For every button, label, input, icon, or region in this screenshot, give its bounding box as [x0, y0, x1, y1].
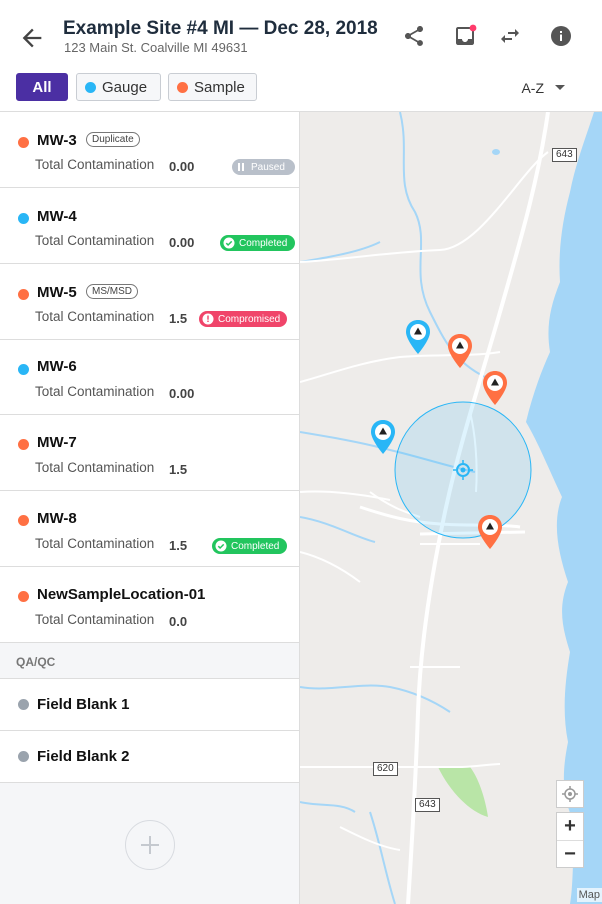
status-badge: Completed: [220, 235, 295, 251]
qa-dot-icon: [18, 751, 29, 762]
sample-dot-icon: [18, 515, 29, 526]
duplicate-tag: Duplicate: [86, 132, 140, 147]
zoom-control: + −: [556, 812, 584, 868]
qa-section-header: QA/QC: [0, 643, 299, 679]
metric-label: Total Contamination: [35, 309, 155, 324]
metric-value: 0.0: [169, 614, 188, 629]
map-credit: Map: [576, 888, 602, 902]
sort-dropdown[interactable]: A-Z: [521, 80, 544, 96]
chevron-down-icon[interactable]: [555, 85, 565, 90]
location-name: MW-5: [37, 284, 77, 301]
location-name: MW-6: [37, 358, 77, 375]
pause-icon: [235, 161, 247, 173]
sample-dot-icon: [18, 137, 29, 148]
swap-icon[interactable]: [498, 24, 522, 48]
ms-msd-tag: MS/MSD: [86, 284, 138, 299]
road-shield: 643: [552, 148, 577, 162]
page-title: Example Site #4 MI — Dec 28, 2018: [63, 18, 378, 39]
gauge-dot-icon: [18, 364, 29, 375]
sample-dot-icon: [18, 591, 29, 602]
filter-gauge-label: Gauge: [102, 78, 148, 96]
gauge-pin-icon[interactable]: [403, 318, 433, 356]
check-circle-icon: [215, 540, 227, 552]
metric-value: 0.00: [169, 386, 195, 401]
metric-label: Total Contamination: [35, 384, 155, 399]
metric-label: Total Contamination: [35, 536, 155, 551]
share-icon[interactable]: [402, 24, 426, 48]
filter-sample-label: Sample: [194, 78, 245, 96]
status-badge: Completed: [212, 538, 287, 554]
inbox-icon[interactable]: [453, 24, 477, 48]
filter-bar: All Gauge Sample A-Z: [0, 66, 602, 112]
list-item[interactable]: MW-3 Duplicate Total Contamination 0.00 …: [0, 112, 299, 188]
sample-dot-icon: [18, 289, 29, 300]
add-location-button[interactable]: [125, 820, 175, 870]
location-list: MW-3 Duplicate Total Contamination 0.00 …: [0, 112, 300, 904]
metric-label: Total Contamination: [35, 460, 155, 475]
gauge-dot-icon: [85, 81, 96, 93]
sample-dot-icon: [18, 439, 29, 450]
metric-value: 1.5: [169, 462, 188, 477]
metric-value: 0.00: [169, 159, 195, 174]
my-location-button[interactable]: [556, 780, 584, 808]
list-item[interactable]: MW-6 Total Contamination 0.00: [0, 340, 299, 415]
check-circle-icon: [223, 237, 235, 249]
list-item[interactable]: MW-7 Total Contamination 1.5: [0, 415, 299, 491]
road-shield: 620: [373, 762, 398, 776]
gauge-dot-icon: [18, 213, 29, 224]
metric-label: Total Contamination: [35, 612, 155, 627]
qa-item-name: Field Blank 2: [37, 748, 130, 765]
status-badge: Compromised: [199, 311, 287, 327]
metric-label: Total Contamination: [35, 233, 155, 248]
list-item[interactable]: MW-8 Total Contamination 1.5 Completed: [0, 491, 299, 567]
location-name: MW-3: [37, 132, 77, 149]
location-name: MW-7: [37, 434, 77, 451]
alert-circle-icon: [202, 313, 214, 325]
metric-value: 0.00: [169, 235, 195, 250]
sample-pin-icon[interactable]: [445, 332, 475, 370]
list-item[interactable]: NewSampleLocation-01 Total Contamination…: [0, 567, 299, 643]
zoom-in-button[interactable]: +: [557, 813, 583, 841]
metric-value: 1.5: [169, 311, 188, 326]
site-address: 123 Main St. Coalville MI 49631: [64, 40, 248, 55]
list-item[interactable]: Field Blank 1: [0, 679, 299, 731]
back-arrow-icon[interactable]: [18, 24, 46, 52]
metric-label: Total Contamination: [35, 157, 155, 172]
sample-pin-icon[interactable]: [475, 513, 505, 551]
filter-all-button[interactable]: All: [16, 73, 68, 101]
road-shield: 643: [415, 798, 440, 812]
app-header: Example Site #4 MI — Dec 28, 2018 123 Ma…: [0, 0, 602, 66]
list-item[interactable]: MW-5 MS/MSD Total Contamination 1.5 Comp…: [0, 264, 299, 340]
sample-dot-icon: [177, 81, 188, 93]
location-name: NewSampleLocation-01: [37, 586, 206, 603]
map-view[interactable]: 643 620 643 + − Map: [300, 112, 602, 904]
list-item[interactable]: Field Blank 2: [0, 731, 299, 783]
filter-gauge-button[interactable]: Gauge: [76, 73, 161, 101]
qa-item-name: Field Blank 1: [37, 696, 130, 713]
plus-icon: [141, 836, 159, 854]
list-item[interactable]: MW-4 Total Contamination 0.00 Completed: [0, 188, 299, 264]
gauge-pin-icon[interactable]: [368, 418, 398, 456]
qa-dot-icon: [18, 699, 29, 710]
sample-pin-icon[interactable]: [480, 369, 510, 407]
info-icon[interactable]: [549, 24, 573, 48]
crosshair-icon: [562, 786, 578, 802]
filter-sample-button[interactable]: Sample: [168, 73, 257, 101]
status-badge: Paused: [232, 159, 295, 175]
location-name: MW-8: [37, 510, 77, 527]
zoom-out-button[interactable]: −: [557, 841, 583, 868]
location-name: MW-4: [37, 208, 77, 225]
metric-value: 1.5: [169, 538, 188, 553]
